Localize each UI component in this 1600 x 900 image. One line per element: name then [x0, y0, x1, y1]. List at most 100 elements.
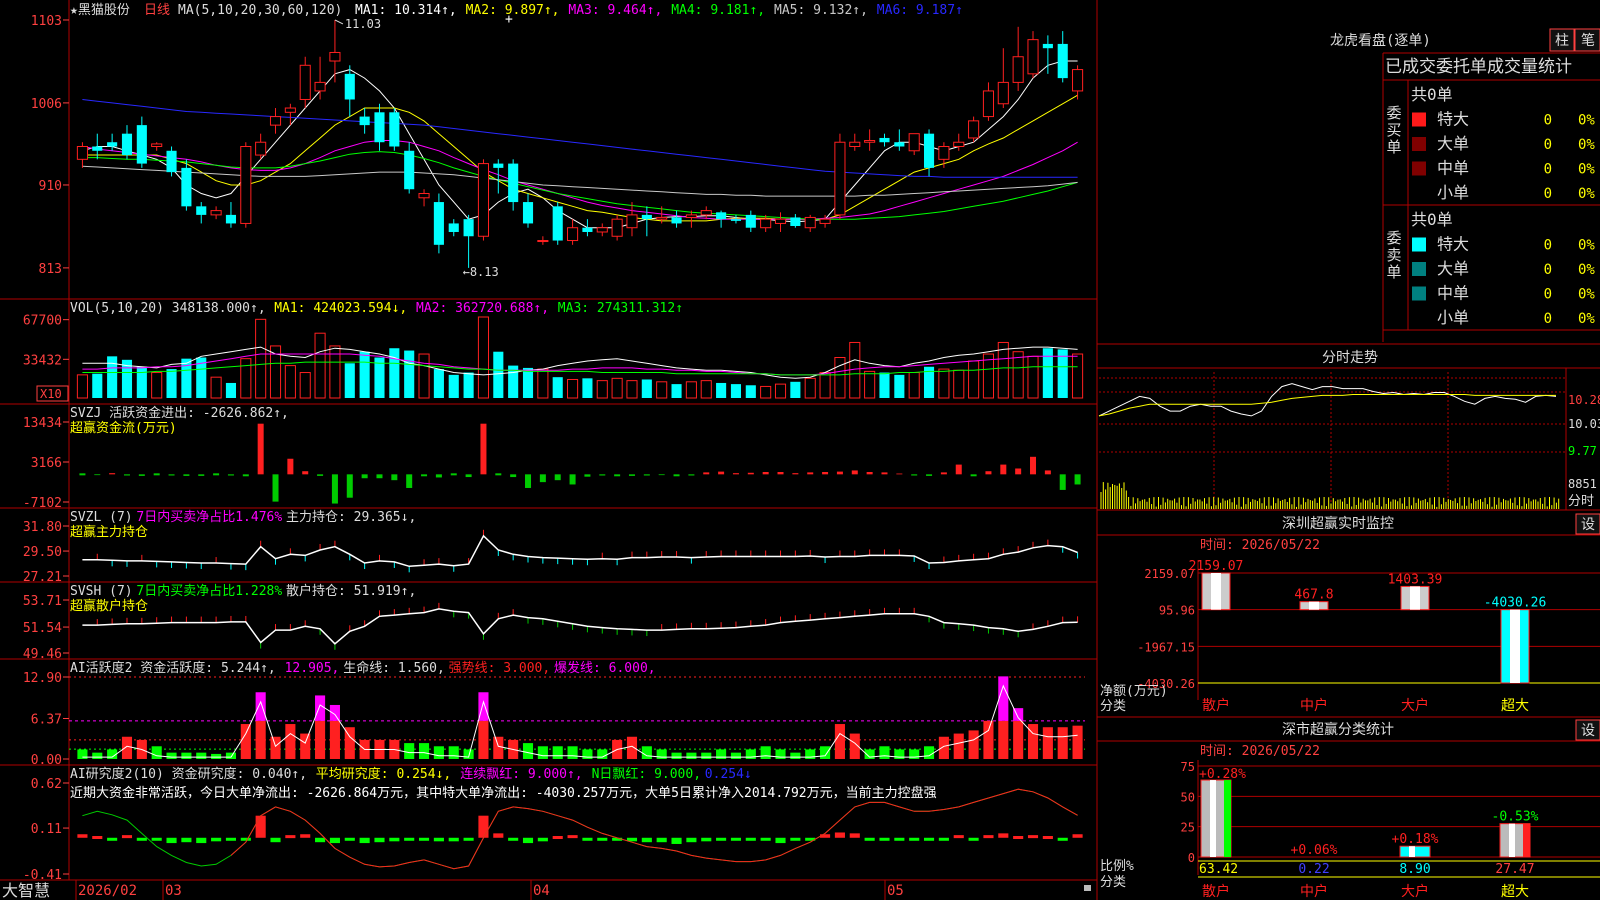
activity-bar: [478, 720, 489, 759]
fund-flow-bar: [777, 471, 784, 475]
sell-row-pct: 0%: [1578, 287, 1595, 303]
classify-settings-label[interactable]: 设: [1581, 723, 1595, 739]
fund-flow-bar: [1059, 474, 1066, 490]
monitor-bar-highlight: [1309, 601, 1319, 610]
fund-flow-bar: [109, 473, 116, 475]
monitor-category-1: 中户: [1300, 697, 1328, 714]
research-bar: [1072, 834, 1083, 838]
fund-flow-bar: [198, 474, 205, 476]
fund-flow-bar: [421, 474, 428, 477]
volume-bar: [344, 363, 355, 398]
activity-bar-weak: [567, 746, 578, 759]
volume-bar: [864, 370, 876, 399]
fund-flow-bar: [554, 474, 561, 481]
volume-bar: [611, 377, 623, 399]
sell-row-count: 0: [1544, 311, 1552, 327]
monitor-bar-highlight: [1510, 609, 1520, 683]
crosshair-icon: +: [505, 12, 513, 27]
research-bar: [909, 837, 920, 841]
classify-value-label-1: 0.22: [1298, 862, 1329, 877]
research-bar: [225, 837, 237, 841]
tick-button-label[interactable]: 笔: [1581, 33, 1595, 49]
activity-bar-weak: [448, 746, 459, 759]
research-bar: [968, 837, 979, 841]
volume-bar: [582, 378, 593, 398]
research-bar: [938, 837, 949, 841]
fund-flow-bar: [822, 471, 829, 475]
price-ytick-0: 1103: [31, 14, 62, 29]
candle-body: [1072, 69, 1084, 92]
svzl-header-2: 主力持仓: 29.365↓,: [286, 510, 416, 525]
fund-flow-bar: [732, 473, 739, 475]
classify-bar-highlight: [1509, 823, 1515, 857]
candle-body: [671, 217, 682, 224]
sell-row-pct: 0%: [1578, 238, 1595, 254]
intraday-title: 分时走势: [1322, 350, 1378, 366]
research-bar: [953, 835, 964, 839]
buy-row-pct: 0%: [1578, 162, 1595, 178]
buy-row-label: 大单: [1437, 134, 1469, 153]
volume-bar: [240, 358, 252, 399]
research-bar: [998, 833, 1009, 838]
activity-bar-weak: [686, 752, 697, 759]
research-bar: [849, 833, 860, 838]
pillar-button-label[interactable]: 柱: [1555, 33, 1569, 49]
activity-bar: [493, 736, 504, 759]
ai-activity-header-0: AI活跃度2 资金活跃度: 5.244↑,: [70, 660, 276, 676]
volume-bar: [1072, 353, 1084, 399]
buy-side-label-2: 单: [1386, 138, 1401, 156]
volume-bar: [745, 385, 756, 398]
volume-bar: [730, 384, 742, 398]
activity-bar-weak: [181, 752, 192, 759]
volume-bar: [284, 365, 296, 399]
fund-flow-bar: [896, 473, 903, 475]
activity-bar-weak: [404, 743, 415, 759]
fund-flow-dash: [495, 473, 502, 476]
research-bar: [686, 837, 697, 843]
candle-body: [1042, 43, 1053, 49]
svzl-header-1: 7日内买卖净占比1.476%: [136, 509, 282, 525]
intraday-bottom-label: 分时: [1568, 494, 1594, 509]
activity-bar: [626, 736, 638, 759]
activity-bar-burst: [998, 676, 1009, 721]
fund-flow-bar: [792, 473, 799, 475]
activity-bar-weak: [433, 746, 444, 759]
volume-bar: [552, 377, 563, 398]
research-bar: [315, 837, 326, 843]
classify-bar-highlight: [1210, 780, 1216, 857]
intraday-ytick-0: 10.28: [1568, 393, 1600, 407]
candle-body: [953, 141, 965, 147]
activity-bar: [983, 720, 994, 759]
ma-line-ma60: [82, 165, 1078, 197]
ai-research-header-1: 平均研究度: 0.254↓,: [316, 766, 451, 782]
research-bar: [716, 837, 727, 841]
monitor-category-2: 大户: [1401, 697, 1429, 714]
candle-body: [166, 150, 177, 173]
activity-bar-weak: [151, 746, 162, 759]
candle-body: [774, 218, 787, 224]
monitor-bar-highlight: [1410, 586, 1420, 610]
candle-body: [433, 202, 444, 245]
sell-row-count: 0: [1544, 238, 1552, 254]
research-bar: [359, 837, 370, 844]
fund-flow-dash: [450, 473, 457, 476]
dragon-title: 龙虎看盘(逐单): [1330, 32, 1431, 49]
fund-flow-bar: [718, 471, 725, 475]
classify-category-1: 中户: [1300, 883, 1328, 900]
research-bar: [448, 837, 459, 842]
monitor-settings-label[interactable]: 设: [1581, 517, 1595, 533]
research-bar: [775, 837, 786, 844]
price-ytick-2: 910: [39, 179, 62, 194]
svsh-ytick-2: 49.46: [23, 647, 62, 662]
ai-research-header-2: 连续飘红: 9.000↑,: [460, 766, 582, 782]
research-bar: [240, 837, 251, 841]
activity-bar-weak: [196, 752, 207, 759]
monitor-ytick-2: -1967.15: [1137, 640, 1195, 654]
research-bar: [329, 837, 340, 844]
research-bar: [478, 815, 489, 838]
classify-xlabel: 分类: [1100, 875, 1126, 890]
classify-time: 时间: 2026/05/22: [1200, 744, 1320, 759]
research-bar: [196, 837, 207, 844]
svzj-ytick-1: 3166: [31, 456, 62, 471]
volume-bar: [493, 351, 504, 398]
